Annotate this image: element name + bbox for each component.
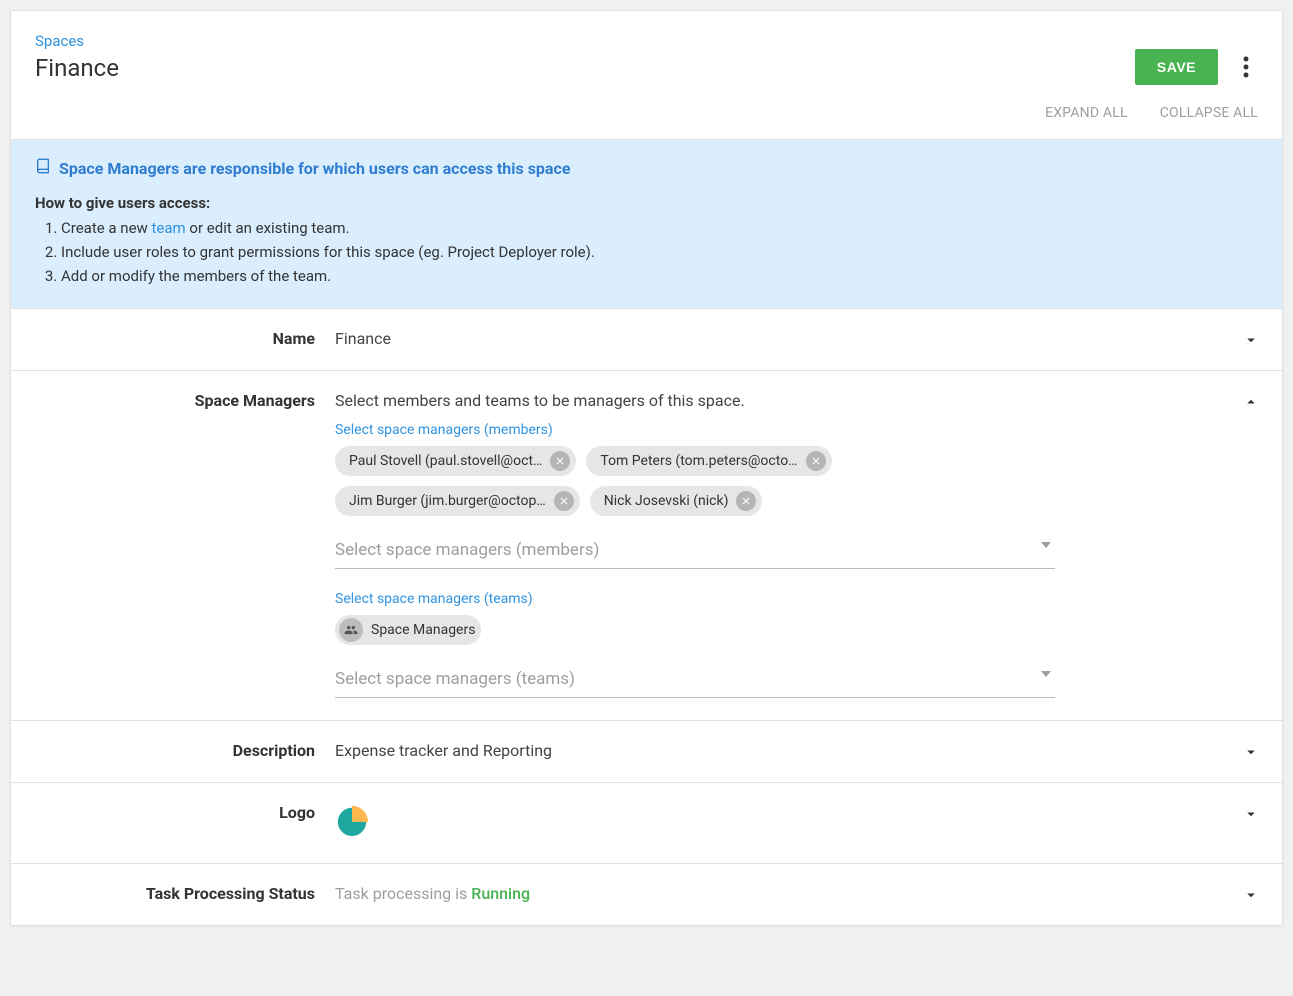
section-name[interactable]: Name Finance xyxy=(11,309,1282,370)
section-space-managers-label: Space Managers xyxy=(11,371,335,430)
chevron-down-icon[interactable] xyxy=(1240,884,1262,906)
section-task-processing-label: Task Processing Status xyxy=(11,864,335,923)
save-button[interactable]: SAVE xyxy=(1135,49,1218,85)
close-icon[interactable] xyxy=(736,491,756,511)
teams-select-input[interactable]: Select space managers (teams) xyxy=(335,663,1055,698)
info-banner-title: Space Managers are responsible for which… xyxy=(59,159,570,178)
info-banner: Space Managers are responsible for which… xyxy=(11,139,1282,309)
task-processing-status: Running xyxy=(471,884,530,903)
breadcrumb-link[interactable]: Spaces xyxy=(35,32,84,50)
team-chip: Space Managers xyxy=(335,615,481,645)
section-task-processing[interactable]: Task Processing Status Task processing i… xyxy=(11,863,1282,925)
space-managers-summary: Select members and teams to be managers … xyxy=(335,391,1230,410)
member-chip-label: Paul Stovell (paul.stovell@oct… xyxy=(349,453,542,469)
howto-step-2: Include user roles to grant permissions … xyxy=(61,240,1258,264)
section-description-label: Description xyxy=(11,721,335,780)
collapse-all-link[interactable]: COLLAPSE ALL xyxy=(1160,105,1258,121)
howto-step-3: Add or modify the members of the team. xyxy=(61,264,1258,288)
caret-down-icon xyxy=(1041,671,1051,677)
section-name-value: Finance xyxy=(335,329,391,348)
section-logo-label: Logo xyxy=(11,783,335,842)
expand-collapse-toolbar: EXPAND ALL COLLAPSE ALL xyxy=(11,93,1282,139)
book-icon xyxy=(35,158,51,178)
overflow-menu-icon[interactable] xyxy=(1234,49,1258,85)
teams-subhead: Select space managers (teams) xyxy=(335,591,1230,607)
section-description-value: Expense tracker and Reporting xyxy=(335,741,552,760)
section-description[interactable]: Description Expense tracker and Reportin… xyxy=(11,720,1282,782)
space-logo-icon xyxy=(335,822,369,841)
howto-step-1-prefix: Create a new xyxy=(61,219,152,237)
chevron-down-icon[interactable] xyxy=(1240,803,1262,825)
member-chip-label: Nick Josevski (nick) xyxy=(604,493,729,509)
member-chip: Paul Stovell (paul.stovell@oct… xyxy=(335,446,576,476)
team-chip-label: Space Managers xyxy=(371,622,475,638)
howto-list: Create a new team or edit an existing te… xyxy=(35,216,1258,288)
member-chip: Nick Josevski (nick) xyxy=(590,486,763,516)
member-chip: Tom Peters (tom.peters@octo… xyxy=(586,446,831,476)
group-icon xyxy=(339,618,363,642)
close-icon[interactable] xyxy=(550,451,570,471)
howto-step-1: Create a new team or edit an existing te… xyxy=(61,216,1258,240)
expand-all-link[interactable]: EXPAND ALL xyxy=(1045,105,1128,121)
task-processing-prefix: Task processing is xyxy=(335,884,471,903)
caret-down-icon xyxy=(1041,542,1051,548)
member-chip-label: Tom Peters (tom.peters@octo… xyxy=(600,453,797,469)
teams-select-placeholder: Select space managers (teams) xyxy=(335,669,575,689)
chevron-down-icon[interactable] xyxy=(1240,741,1262,763)
section-space-managers: Space Managers Select members and teams … xyxy=(11,370,1282,720)
section-name-label: Name xyxy=(11,309,335,368)
member-chip: Jim Burger (jim.burger@octop… xyxy=(335,486,580,516)
howto-step-1-suffix: or edit an existing team. xyxy=(186,219,350,237)
howto-heading: How to give users access: xyxy=(35,194,1258,212)
member-chips: Paul Stovell (paul.stovell@oct… Tom Pete… xyxy=(335,446,1055,516)
team-chips: Space Managers xyxy=(335,615,1055,645)
section-logo[interactable]: Logo xyxy=(11,782,1282,863)
team-link[interactable]: team xyxy=(152,219,186,237)
members-subhead: Select space managers (members) xyxy=(335,422,1230,438)
close-icon[interactable] xyxy=(554,491,574,511)
chevron-up-icon[interactable] xyxy=(1240,391,1262,413)
chevron-down-icon[interactable] xyxy=(1240,329,1262,351)
close-icon[interactable] xyxy=(806,451,826,471)
members-select-input[interactable]: Select space managers (members) xyxy=(335,534,1055,569)
page-title: Finance xyxy=(35,54,1135,82)
members-select-placeholder: Select space managers (members) xyxy=(335,540,599,560)
panel-header: Spaces Finance SAVE xyxy=(11,11,1282,93)
member-chip-label: Jim Burger (jim.burger@octop… xyxy=(349,493,546,509)
